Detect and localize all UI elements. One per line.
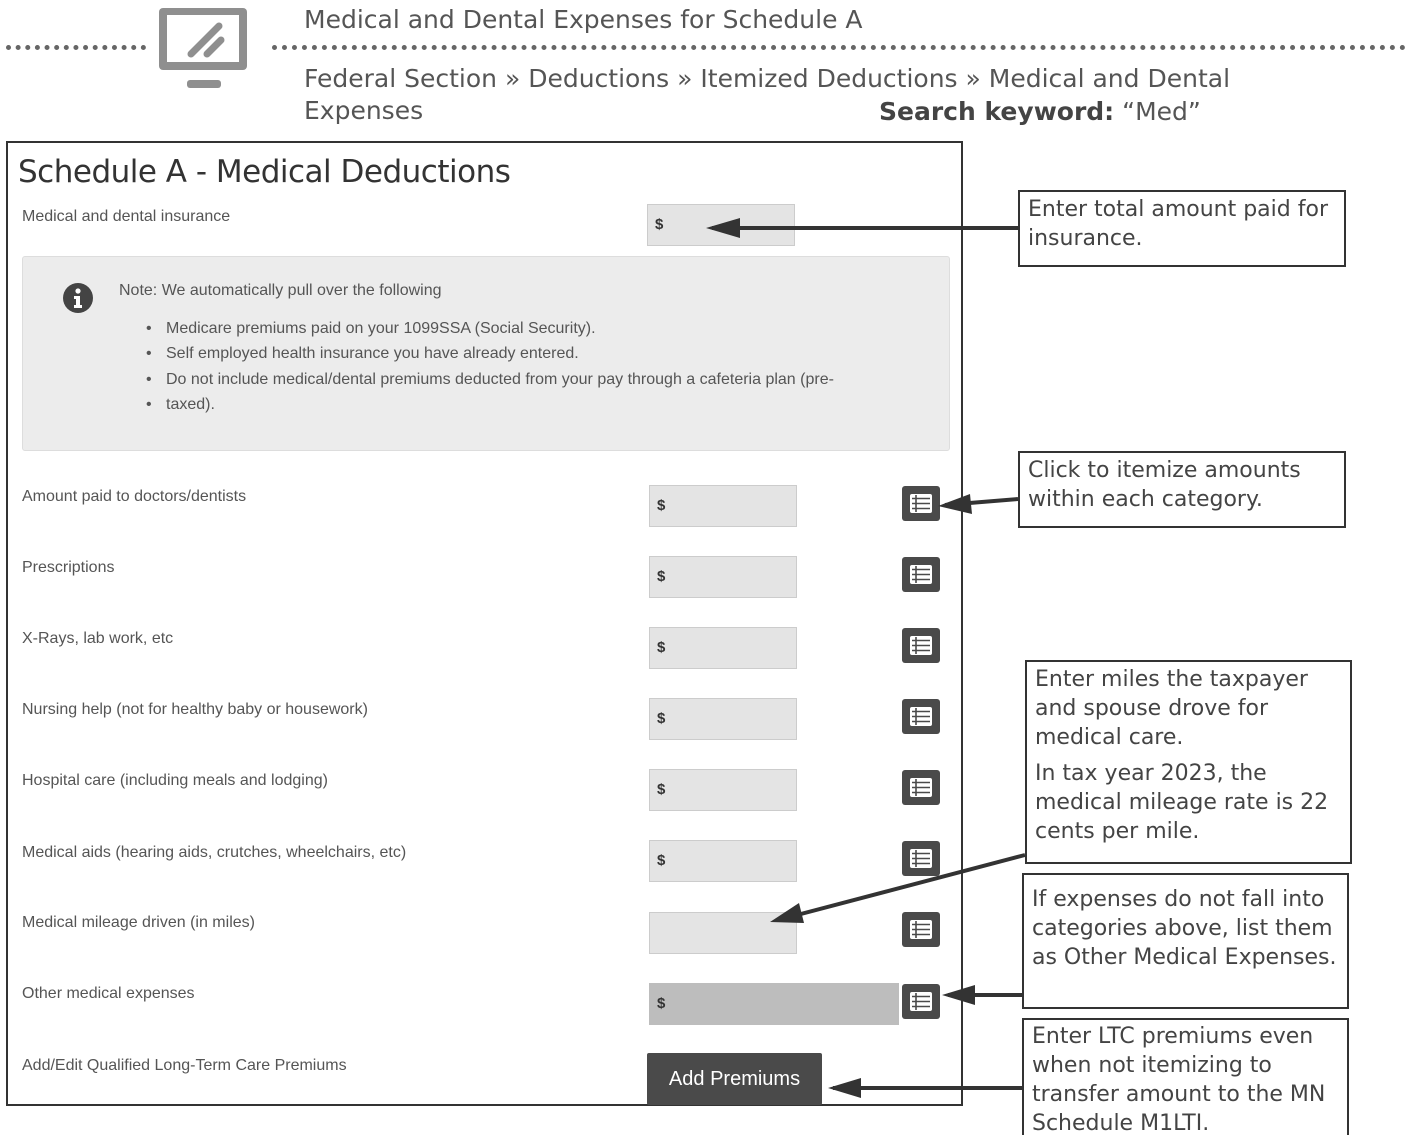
arrowhead: [706, 218, 740, 238]
callout-arrows: [706, 218, 1026, 1098]
arrowhead: [828, 1078, 861, 1098]
arrowhead: [942, 985, 975, 1005]
arrowhead: [938, 494, 972, 514]
arrow-mileage: [777, 853, 1026, 922]
arrowhead: [770, 903, 804, 923]
